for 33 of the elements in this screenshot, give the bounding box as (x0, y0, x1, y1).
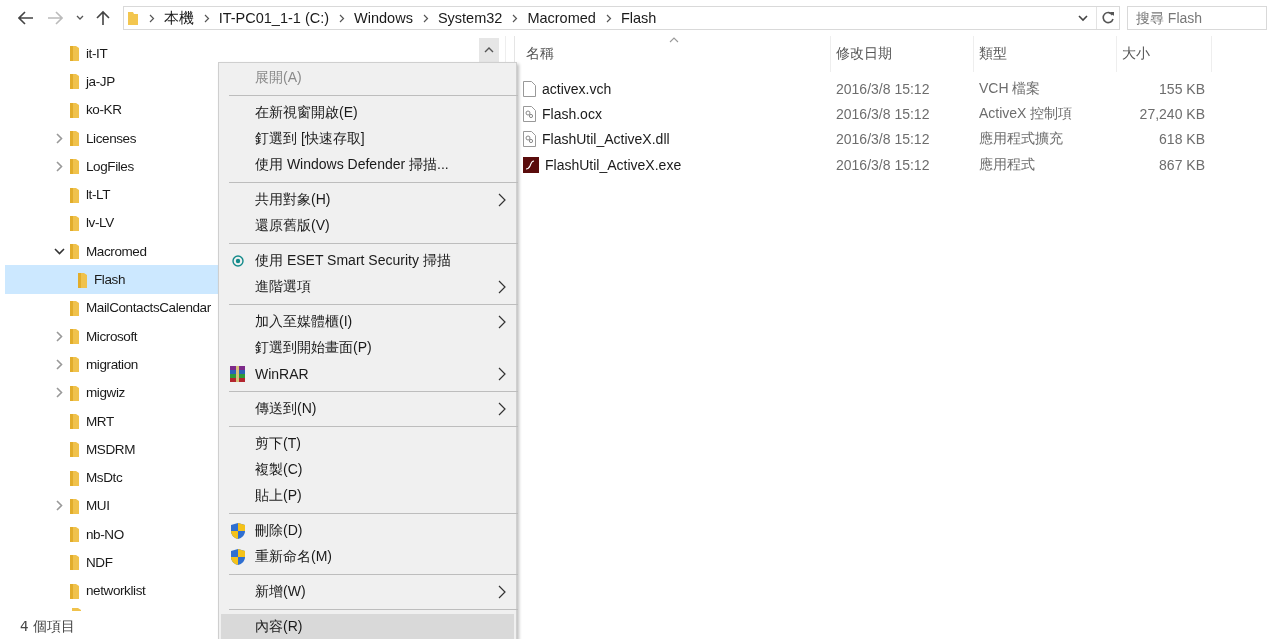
modified-date: 2016/3/8 15:12 (835, 156, 931, 173)
tree-item-label: lt-LT (86, 187, 110, 203)
tree-item-label: MUI (86, 498, 110, 514)
tree-item-label: Flash (94, 272, 125, 287)
file-size: 618 KB (1158, 131, 1206, 148)
tree-item-label: MSDRM (86, 441, 135, 457)
file-size: 867 KB (1158, 156, 1206, 173)
file-size: 155 KB (1158, 80, 1206, 97)
item-count: 4 個項目 (20, 618, 75, 636)
file-type: 應用程式 (978, 155, 1036, 174)
tree-item-label: migration (86, 356, 138, 372)
tree-item-label: migwiz (86, 385, 125, 401)
tree-item-label: lv-LV (86, 215, 114, 231)
tree-item-label: ja-JP (86, 73, 115, 89)
tree-item-label: Licenses (86, 130, 137, 146)
tree-item-label: ko-KR (86, 102, 122, 118)
tree-item-label: Macromed (86, 243, 147, 259)
tree-item-label: NDF (86, 555, 113, 570)
modified-date: 2016/3/8 15:12 (835, 131, 931, 148)
file-type: 應用程式擴充 (978, 130, 1064, 149)
file-type: ActiveX 控制項 (978, 104, 1074, 123)
tree-item-label: MRT (86, 413, 114, 429)
modified-date: 2016/3/8 15:12 (835, 80, 931, 97)
tree-item-label: nb-NO (86, 526, 124, 542)
tree-item-label: Microsoft (86, 328, 138, 344)
file-type: VCH 檔案 (978, 79, 1042, 98)
tree-item-label: networklist (86, 583, 146, 599)
modified-date: 2016/3/8 15:12 (835, 105, 931, 122)
file-size: 27,240 KB (1138, 105, 1206, 122)
tree-item-label: LogFiles (86, 158, 134, 174)
tree-item-label: MailContactsCalendar (86, 300, 211, 316)
tree-item-label: MsDtc (86, 470, 123, 486)
tree-item-label: it-IT (86, 45, 108, 61)
